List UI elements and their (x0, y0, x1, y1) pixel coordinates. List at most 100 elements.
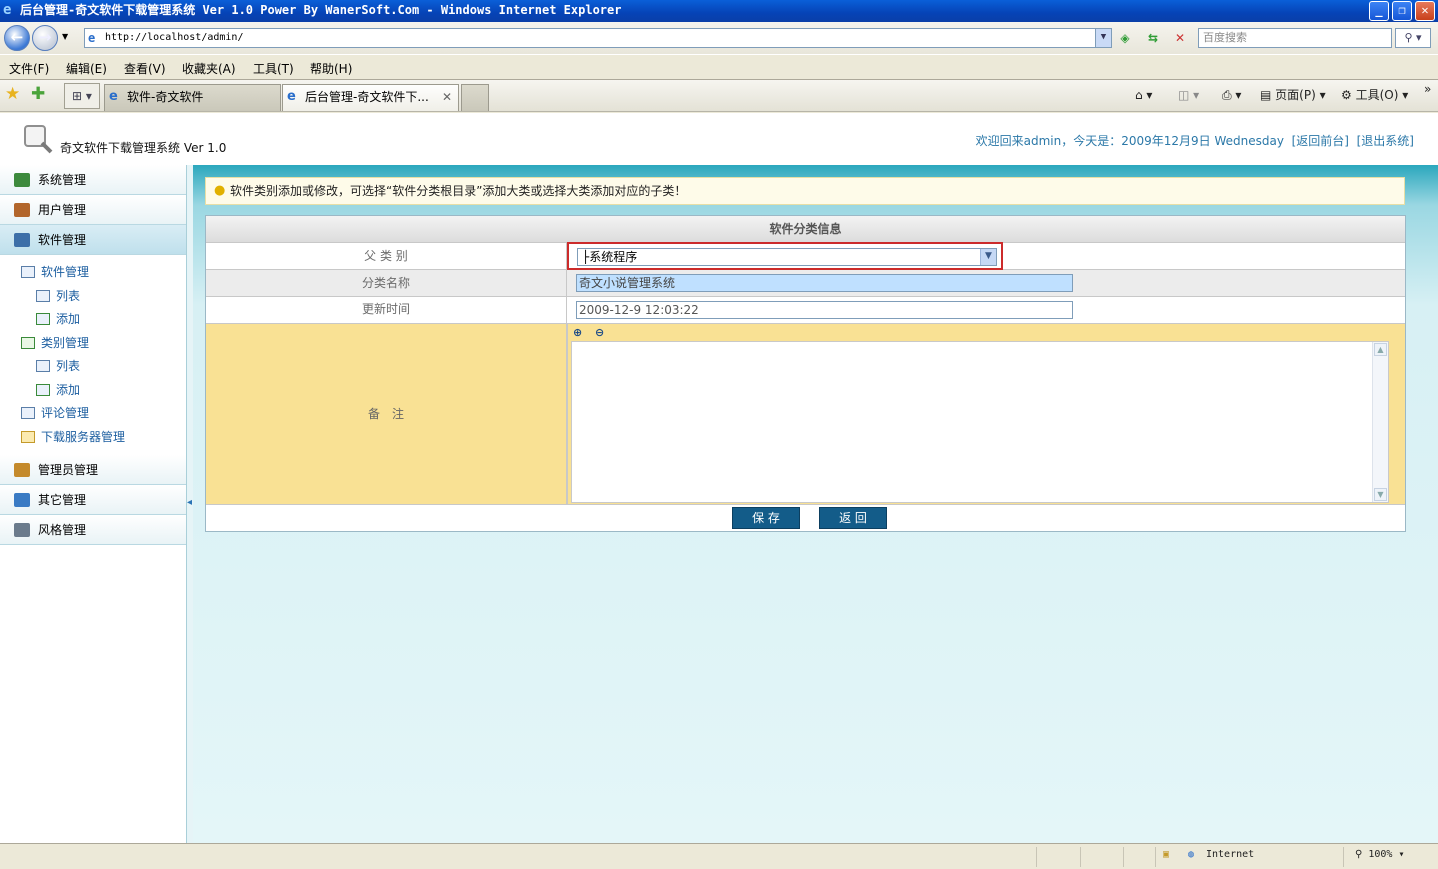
sidebar-system[interactable]: 系统管理 (0, 165, 186, 195)
textarea-scrollbar[interactable]: ▲ ▼ (1372, 342, 1388, 502)
quick-tabs-button[interactable]: ⊞ ▾ (64, 83, 100, 109)
address-toolbar: ← → ▼ e http://localhost/admin/ ▼ ◈ ⇆ ✕ … (0, 22, 1438, 54)
update-time-label: 更新时间 (206, 297, 567, 323)
parent-category-label: 父 类 别 (206, 243, 567, 269)
add-icon (36, 313, 50, 325)
scroll-up-icon[interactable]: ▲ (1374, 343, 1387, 356)
close-button[interactable]: ✕ (1415, 1, 1435, 21)
category-name-input[interactable]: 奇文小说管理系统 (576, 274, 1073, 292)
page-menu[interactable]: ▤ 页面(P) ▾ (1260, 86, 1326, 104)
chevron-down-icon[interactable]: ▼ (980, 249, 996, 265)
stop-icon[interactable]: ✕ (1170, 29, 1190, 47)
submenu-category-manage[interactable]: 类别管理 (0, 332, 186, 356)
sidebar-label: 用户管理 (38, 203, 87, 217)
history-dropdown-icon[interactable]: ▼ (62, 32, 68, 41)
menu-help[interactable]: 帮助(H) (310, 60, 352, 77)
submenu-software-list[interactable]: 列表 (0, 285, 186, 309)
tree-icon (21, 336, 35, 349)
submenu-comments[interactable]: 评论管理 (0, 402, 186, 426)
sidebar-style[interactable]: 风格管理 (0, 515, 186, 545)
submenu-label: 添加 (56, 312, 81, 326)
search-input[interactable]: 百度搜索 (1198, 28, 1392, 48)
new-tab-button[interactable] (461, 84, 489, 111)
chevron-more-icon[interactable]: » (1424, 80, 1431, 98)
menu-view[interactable]: 查看(V) (124, 60, 166, 77)
address-bar[interactable]: e http://localhost/admin/ ▼ (84, 28, 1112, 48)
submenu-label: 列表 (56, 359, 81, 373)
update-time-input[interactable]: 2009-12-9 12:03:22 (576, 301, 1073, 319)
title-bar: e 后台管理-奇文软件下载管理系统 Ver 1.0 Power By Waner… (0, 0, 1438, 22)
comment-icon (21, 407, 35, 419)
tab-ie-icon: e (109, 89, 118, 104)
status-divider (1155, 847, 1156, 867)
menu-file[interactable]: 文件(F) (9, 60, 49, 77)
parent-category-select[interactable]: ├系统程序 ▼ (567, 242, 1003, 270)
menu-tools[interactable]: 工具(T) (253, 60, 294, 77)
sidebar-software[interactable]: 软件管理 (0, 225, 186, 255)
back-to-front-link[interactable]: [返回前台] (1292, 134, 1349, 148)
add-favorite-icon[interactable]: ✚ (31, 85, 45, 103)
grid-icon (21, 266, 35, 278)
list-icon (36, 360, 50, 372)
sidebar-other[interactable]: 其它管理 (0, 485, 186, 515)
menu-edit[interactable]: 编辑(E) (66, 60, 107, 77)
zoom-level[interactable]: ⚲ 100% ▾ (1355, 849, 1405, 860)
tab-software[interactable]: e 软件-奇文软件 (104, 84, 281, 111)
address-url: http://localhost/admin/ (105, 32, 244, 43)
favorites-star-icon[interactable]: ★ (5, 85, 20, 103)
tools-menu-label: 工具(O) (1355, 88, 1399, 102)
submenu-label: 添加 (56, 382, 81, 397)
zoom-in-icon[interactable]: ⊕ (573, 326, 582, 339)
address-dropdown-icon[interactable]: ▼ (1095, 29, 1111, 47)
submenu-label: 列表 (56, 288, 81, 303)
menu-favorites[interactable]: 收藏夹(A) (182, 60, 236, 77)
tab-admin[interactable]: e 后台管理-奇文软件下... ✕ (282, 84, 459, 111)
tools-menu[interactable]: ⚙ 工具(O) ▾ (1341, 86, 1408, 104)
folder-icon (21, 430, 35, 443)
sidebar: 系统管理 用户管理 软件管理 软件管理 列表 添加 类别管理 列表 添加 评论管… (0, 165, 187, 843)
tab-close-icon[interactable]: ✕ (442, 85, 452, 109)
submenu-label: 软件管理 (41, 265, 90, 279)
search-logo-icon (24, 125, 53, 154)
row-update-time: 更新时间 2009-12-9 12:03:22 (206, 297, 1405, 324)
submenu-software-add[interactable]: 添加 (0, 308, 186, 332)
sidebar-label: 管理员管理 (38, 463, 99, 477)
submenu-download-servers[interactable]: 下载服务器管理 (0, 426, 186, 450)
tab-label: 后台管理-奇文软件下... (305, 90, 429, 104)
sidebar-label: 风格管理 (38, 523, 87, 537)
submenu-category-list[interactable]: 列表 (0, 355, 186, 379)
collapse-arrow-icon[interactable]: ◂ (187, 497, 192, 508)
status-bar: ▣ ◍ Internet ⚲ 100% ▾ (0, 843, 1438, 869)
users-icon (14, 203, 30, 217)
scroll-down-icon[interactable]: ▼ (1374, 488, 1387, 501)
zoom-out-icon[interactable]: ⊖ (595, 326, 604, 339)
forward-button[interactable]: → (32, 25, 58, 51)
return-button[interactable]: 返 回 (819, 507, 887, 529)
row-category-name: 分类名称 奇文小说管理系统 (206, 270, 1405, 297)
submenu-category-add[interactable]: 添加 (0, 379, 186, 403)
back-button[interactable]: ← (4, 25, 30, 51)
submenu-software-manage[interactable]: 软件管理 (0, 261, 186, 285)
sidebar-users[interactable]: 用户管理 (0, 195, 186, 225)
feeds-icon[interactable]: ◫ ▾ (1178, 86, 1199, 104)
lightbulb-icon: ● (214, 183, 226, 198)
sidebar-admins[interactable]: 管理员管理 (0, 455, 186, 485)
note-textarea[interactable]: ▲ ▼ (571, 341, 1389, 503)
minimize-button[interactable]: _ (1369, 1, 1389, 21)
system-title: 奇文软件下载管理系统 (60, 141, 181, 155)
main-panel: ● 软件类别添加或修改，可选择“软件分类根目录”添加大类或选择大类添加对应的子类… (193, 165, 1438, 843)
home-icon[interactable]: ⌂ ▾ (1135, 86, 1152, 104)
security-shield-icon[interactable]: ◈ (1115, 29, 1135, 47)
logout-link[interactable]: [退出系统] (1357, 134, 1414, 148)
ie-logo-icon: e (3, 2, 12, 18)
tip-banner: ● 软件类别添加或修改，可选择“软件分类根目录”添加大类或选择大类添加对应的子类… (205, 177, 1405, 205)
print-icon[interactable]: ⎙ ▾ (1222, 86, 1241, 104)
sidebar-label: 其它管理 (38, 493, 87, 507)
parent-category-value-box[interactable]: ├系统程序 ▼ (577, 248, 997, 266)
system-name: 奇文软件下载管理系统 Ver 1.0 (60, 139, 226, 156)
refresh-icon[interactable]: ⇆ (1143, 29, 1163, 47)
search-button[interactable]: ⚲ ▾ (1395, 28, 1431, 48)
maximize-button[interactable]: ❐ (1392, 1, 1412, 21)
save-button[interactable]: 保 存 (732, 507, 800, 529)
system-version: Ver 1.0 (183, 141, 227, 155)
